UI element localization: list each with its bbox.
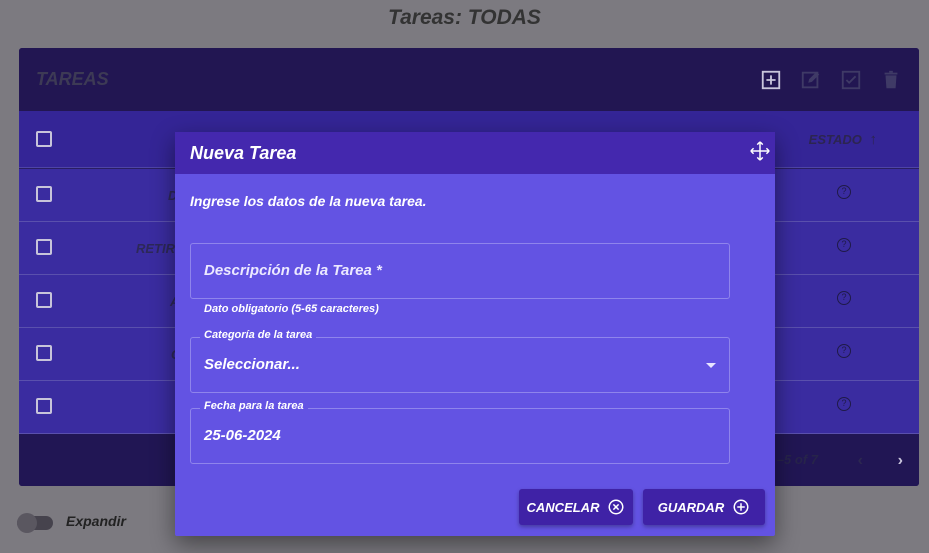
page-title: Tareas: TODAS: [388, 6, 541, 29]
cancel-button[interactable]: CANCELAR: [519, 489, 633, 525]
dialog-title: Nueva Tarea: [190, 143, 297, 163]
help-icon: ?: [837, 185, 851, 199]
edit-icon[interactable]: [800, 69, 822, 91]
dropdown-arrow-icon: [706, 363, 716, 368]
category-label: Categoría de la tarea: [200, 329, 317, 341]
dialog-subtitle: Ingrese los datos de la nueva tarea.: [190, 193, 427, 209]
add-box-icon[interactable]: [760, 69, 782, 91]
add-circle-icon: [733, 499, 749, 515]
cancel-button-label: CANCELAR: [526, 499, 600, 515]
description-placeholder: Descripción de la Tarea *: [204, 262, 382, 279]
row-checkbox[interactable]: [36, 239, 52, 255]
help-icon: ?: [837, 344, 851, 358]
table-toolbar: TAREAS: [19, 48, 919, 111]
date-label: Fecha para la tarea: [200, 400, 308, 412]
row-checkbox[interactable]: [36, 292, 52, 308]
help-icon: ?: [837, 291, 851, 305]
column-header-estado[interactable]: ESTADO ↑: [809, 131, 877, 148]
row-description: RETIR: [136, 241, 175, 256]
help-icon: ?: [837, 238, 851, 252]
delete-icon[interactable]: [880, 69, 902, 91]
category-value: Seleccionar...: [204, 356, 300, 373]
toggle-knob[interactable]: [17, 513, 37, 533]
category-select[interactable]: Categoría de la tarea Seleccionar...: [190, 329, 730, 393]
description-field[interactable]: Descripción de la Tarea *: [190, 243, 730, 299]
row-checkbox[interactable]: [36, 186, 52, 202]
new-task-dialog: Nueva Tarea Ingrese los datos de la nuev…: [175, 132, 775, 536]
date-value: 25-06-2024: [204, 427, 281, 444]
select-all-checkbox[interactable]: [36, 131, 52, 147]
date-field[interactable]: Fecha para la tarea 25-06-2024: [190, 400, 730, 464]
pagination-range: –5 of 7: [776, 452, 818, 467]
chevron-left-icon[interactable]: ‹: [858, 452, 863, 470]
column-header-label: ESTADO: [808, 132, 862, 147]
description-hint: Dato obligatorio (5-65 caracteres): [204, 303, 379, 315]
toggle-label: Expandir: [66, 513, 126, 529]
cancel-circle-icon: [608, 499, 624, 515]
arrow-up-icon: ↑: [869, 131, 878, 148]
move-icon[interactable]: [749, 140, 771, 162]
row-checkbox[interactable]: [36, 345, 52, 361]
help-icon: ?: [837, 397, 851, 411]
dialog-header: Nueva Tarea: [175, 132, 775, 174]
row-checkbox[interactable]: [36, 398, 52, 414]
save-button[interactable]: GUARDAR: [643, 489, 765, 525]
table-title: TAREAS: [36, 69, 109, 89]
check-box-icon[interactable]: [840, 69, 862, 91]
chevron-right-icon[interactable]: ›: [898, 452, 903, 470]
save-button-label: GUARDAR: [657, 499, 725, 515]
